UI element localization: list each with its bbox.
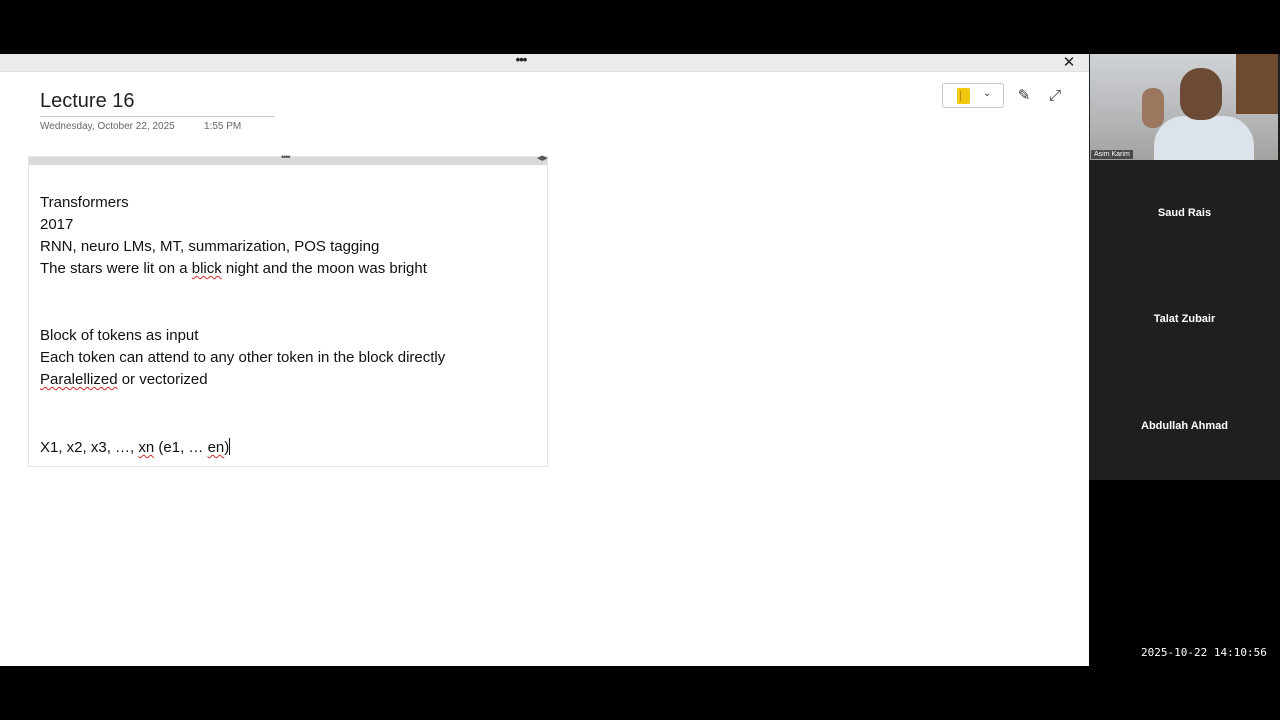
- person-hand: [1142, 88, 1164, 128]
- window-title-bar: ••• ✕: [0, 54, 1089, 72]
- note-line[interactable]: Each token can attend to any other token…: [40, 349, 445, 367]
- note-text: or vectorized: [117, 371, 208, 388]
- container-drag-bar[interactable]: •••• ◀▶: [29, 152, 548, 165]
- note-text: (e1, …: [154, 439, 208, 456]
- note-text: The stars were lit on a: [40, 260, 192, 277]
- note-line[interactable]: 2017: [40, 216, 73, 234]
- onenote-window: ••• ✕ Lecture 16 Wednesday, October 22, …: [0, 54, 1089, 666]
- participant-video-tile[interactable]: Asim Karim: [1090, 54, 1278, 160]
- note-line[interactable]: Transformers: [40, 194, 129, 212]
- participant-name[interactable]: Talat Zubair: [1089, 313, 1280, 325]
- meeting-participants-panel: Asim Karim Saud Rais Talat Zubair Abdull…: [1089, 54, 1280, 480]
- misspelled-word: Paralellized: [40, 371, 118, 388]
- page-title[interactable]: Lecture 16: [40, 90, 274, 117]
- page-time: 1:55 PM: [204, 121, 242, 132]
- note-container[interactable]: •••• ◀▶ Transformers 2017 RNN, neuro LMs…: [28, 152, 548, 467]
- more-options-icon[interactable]: •••: [512, 54, 530, 71]
- misspelled-word: blick: [191, 260, 222, 277]
- note-line[interactable]: The stars were lit on a blick night and …: [40, 260, 427, 278]
- participant-name[interactable]: Abdullah Ahmad: [1089, 420, 1280, 432]
- misspelled-word: xn: [138, 439, 155, 456]
- recording-timestamp: 2025-10-22 14:10:56: [1141, 646, 1267, 659]
- video-name-tag: Asim Karim: [1091, 150, 1133, 159]
- resize-arrows-icon[interactable]: ◀▶: [537, 154, 548, 162]
- chevron-down-icon: ⌄: [983, 88, 992, 99]
- close-button[interactable]: ✕: [1061, 55, 1077, 71]
- draw-pen-icon[interactable]: ✎: [1015, 87, 1033, 105]
- page-date: Wednesday, October 22, 2025: [40, 121, 175, 132]
- text-caret: [229, 438, 231, 455]
- misspelled-word: en: [207, 439, 225, 456]
- note-line[interactable]: X1, x2, x3, …, xn (e1, … en): [40, 438, 231, 457]
- note-text: X1, x2, x3, …,: [40, 439, 139, 456]
- expand-icon[interactable]: ⤢: [1046, 87, 1064, 105]
- note-line[interactable]: Block of tokens as input: [40, 327, 198, 345]
- note-line[interactable]: RNN, neuro LMs, MT, summarization, POS t…: [40, 238, 379, 256]
- notebook-dropdown-button[interactable]: ⌄: [942, 83, 1004, 108]
- note-line[interactable]: Paralellized or vectorized: [40, 371, 208, 389]
- participant-name[interactable]: Saud Rais: [1089, 207, 1280, 219]
- drag-handle-icon[interactable]: ••••: [281, 152, 291, 162]
- person-head: [1180, 68, 1222, 120]
- person-body: [1154, 116, 1254, 160]
- background-cabinet: [1236, 54, 1278, 114]
- notebook-icon: [957, 88, 970, 104]
- note-text: night and the moon was bright: [221, 260, 427, 277]
